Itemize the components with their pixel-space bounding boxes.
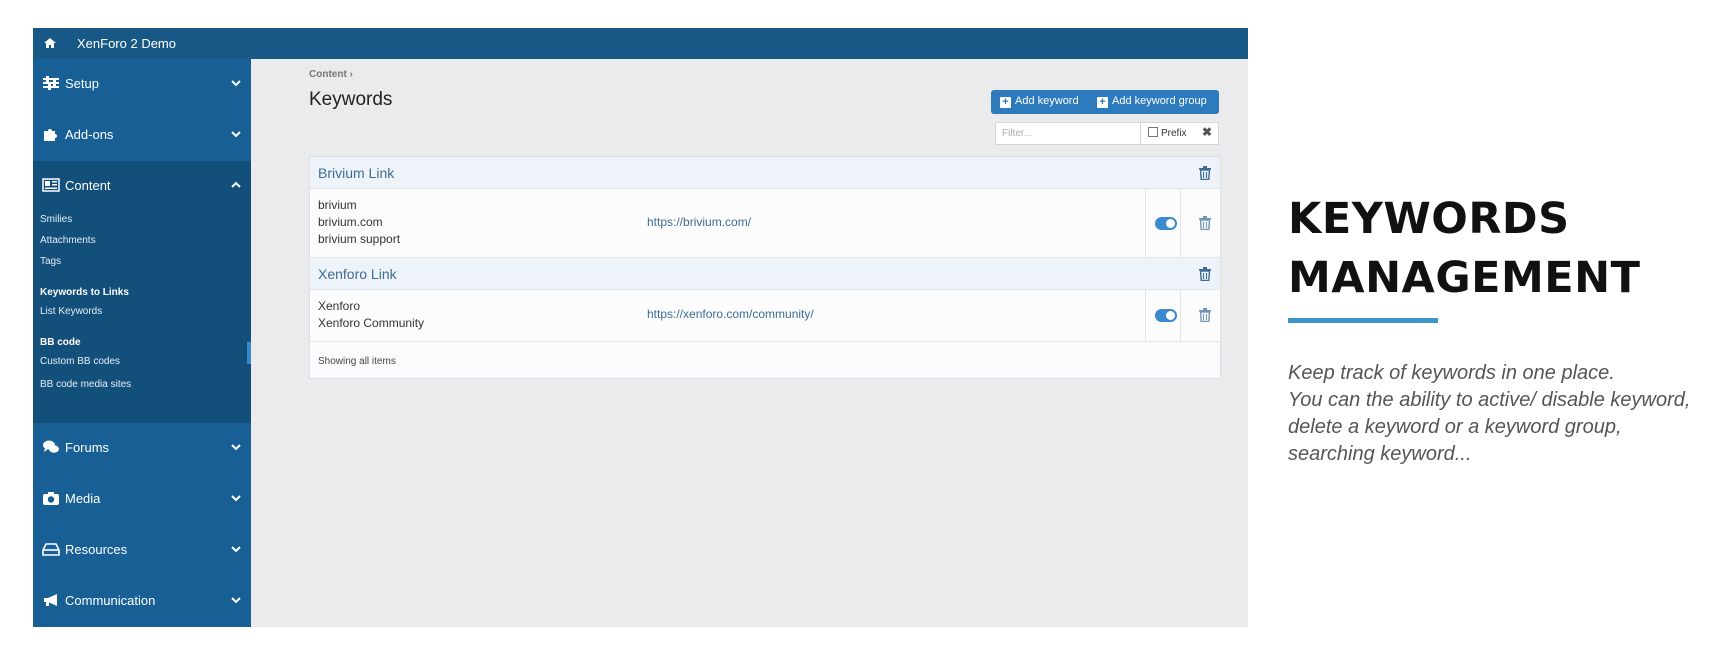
divider bbox=[1180, 189, 1181, 257]
main-content: Content › Keywords + Add keyword + Add key… bbox=[251, 59, 1248, 627]
checkbox-icon[interactable] bbox=[1148, 127, 1158, 137]
prefix-checkbox[interactable]: Prefix bbox=[1148, 127, 1187, 139]
group-name[interactable]: Brivium Link bbox=[318, 165, 394, 181]
accent-underline bbox=[1288, 318, 1438, 323]
promo-description: Keep track of keywords in one place. You… bbox=[1288, 360, 1733, 468]
promo-title-line2: MANAGEMENT bbox=[1288, 253, 1641, 303]
promo-desc-line: Keep track of keywords in one place. bbox=[1288, 362, 1615, 384]
toggle-knob bbox=[1166, 311, 1175, 320]
keyword: brivium.com bbox=[318, 215, 383, 229]
sidebar-item-tags[interactable]: Tags bbox=[40, 256, 61, 267]
plus-icon: + bbox=[1097, 97, 1108, 108]
nav-setup[interactable]: Setup bbox=[33, 59, 251, 109]
nav-communication[interactable]: Communication bbox=[33, 576, 251, 626]
delete-group-icon[interactable] bbox=[1199, 267, 1211, 281]
promo-desc-line: searching keyword... bbox=[1288, 443, 1472, 465]
nav-media[interactable]: Media bbox=[33, 474, 251, 524]
breadcrumb[interactable]: Content › bbox=[309, 69, 353, 80]
nav-label: Communication bbox=[65, 593, 156, 608]
action-buttons: + Add keyword + Add keyword group bbox=[991, 90, 1219, 114]
keyword-row[interactable]: brivium brivium.com brivium support http… bbox=[310, 189, 1220, 258]
keyword: brivium support bbox=[318, 232, 401, 246]
delete-keyword-icon[interactable] bbox=[1199, 216, 1211, 230]
prefix-label: Prefix bbox=[1161, 128, 1187, 139]
chevron-up-icon bbox=[231, 181, 241, 188]
sidebar-item-list-keywords[interactable]: List Keywords bbox=[40, 306, 102, 317]
promo-desc-line: delete a keyword or a keyword group, bbox=[1288, 416, 1622, 438]
promo-title-line1: KEYWORDS bbox=[1288, 194, 1570, 244]
sliders-icon bbox=[43, 76, 59, 90]
group-header: Xenforo Link bbox=[310, 258, 1220, 290]
add-keyword-group-label: Add keyword group bbox=[1112, 95, 1207, 107]
chevron-down-icon bbox=[231, 80, 241, 87]
sidebar-item-attachments[interactable]: Attachments bbox=[40, 235, 96, 246]
group-name[interactable]: Xenforo Link bbox=[318, 266, 397, 282]
delete-group-icon[interactable] bbox=[1199, 166, 1211, 180]
sidebar-group-bb-code: BB code bbox=[40, 337, 81, 348]
enable-toggle[interactable] bbox=[1155, 309, 1177, 322]
chevron-down-icon bbox=[231, 444, 241, 451]
nav-addons[interactable]: Add-ons bbox=[33, 110, 251, 160]
delete-keyword-icon[interactable] bbox=[1199, 308, 1211, 322]
promo-panel: KEYWORDS MANAGEMENT Keep track of keywor… bbox=[1288, 0, 1735, 670]
content-section: Content Smilies Attachments Tags Keyword… bbox=[33, 161, 251, 423]
nav-label: Content bbox=[65, 178, 111, 193]
keyword: brivium bbox=[318, 198, 357, 212]
app-title[interactable]: XenForo 2 Demo bbox=[77, 36, 176, 51]
chevron-down-icon bbox=[231, 495, 241, 502]
nav-content[interactable]: Content bbox=[33, 161, 251, 211]
sidebar-item-bb-code-media-sites[interactable]: BB code media sites bbox=[40, 379, 131, 390]
filter-input[interactable] bbox=[996, 123, 1141, 144]
sidebar: Setup Add-ons Content Smilies Attachment… bbox=[33, 59, 251, 627]
top-bar: XenForo 2 Demo bbox=[33, 28, 1248, 59]
page-title: Keywords bbox=[309, 89, 393, 110]
nav-label: Media bbox=[65, 491, 101, 506]
sidebar-group-keywords-to-links: Keywords to Links bbox=[40, 287, 129, 298]
keyword-url[interactable]: https://xenforo.com/community/ bbox=[647, 307, 814, 321]
keyword-row[interactable]: Xenforo Xenforo Community https://xenfor… bbox=[310, 290, 1220, 342]
filter-bar: Prefix ✖ bbox=[995, 122, 1219, 145]
keyword-list: Brivium Link brivium brivium.com brivium… bbox=[309, 156, 1221, 379]
divider bbox=[1145, 290, 1146, 341]
newspaper-icon bbox=[42, 178, 60, 192]
clear-filter-icon[interactable]: ✖ bbox=[1202, 125, 1212, 139]
camera-icon bbox=[43, 492, 59, 505]
nav-label: Setup bbox=[65, 76, 99, 91]
add-keyword-label: Add keyword bbox=[1015, 95, 1079, 107]
add-keyword-button[interactable]: + Add keyword bbox=[1000, 95, 1079, 108]
sidebar-item-custom-bb-codes[interactable]: Custom BB codes bbox=[40, 356, 120, 367]
chevron-down-icon bbox=[231, 546, 241, 553]
nav-label: Forums bbox=[65, 440, 110, 455]
keyword-url[interactable]: https://brivium.com/ bbox=[647, 215, 751, 229]
puzzle-icon bbox=[44, 129, 57, 141]
promo-title: KEYWORDS MANAGEMENT bbox=[1288, 190, 1641, 308]
plus-icon: + bbox=[1000, 97, 1011, 108]
nav-label: Add-ons bbox=[65, 127, 114, 142]
nav-forums[interactable]: Forums bbox=[33, 423, 251, 473]
group-header: Brivium Link bbox=[310, 157, 1220, 189]
chevron-down-icon bbox=[231, 131, 241, 138]
enable-toggle[interactable] bbox=[1155, 217, 1177, 230]
add-keyword-group-button[interactable]: + Add keyword group bbox=[1097, 95, 1207, 108]
hdd-icon bbox=[42, 543, 60, 556]
comments-icon bbox=[43, 440, 59, 453]
promo-desc-line: You can the ability to active/ disable k… bbox=[1288, 389, 1691, 411]
keyword: Xenforo bbox=[318, 299, 361, 313]
admin-screenshot: XenForo 2 Demo Setup Add-ons Content Smi… bbox=[33, 28, 1248, 627]
bullhorn-icon bbox=[44, 594, 57, 606]
breadcrumb-content[interactable]: Content bbox=[309, 69, 347, 80]
nav-label: Resources bbox=[65, 542, 128, 557]
keyword: Xenforo Community bbox=[318, 316, 425, 330]
nav-resources[interactable]: Resources bbox=[33, 525, 251, 575]
toggle-knob bbox=[1166, 219, 1175, 228]
chevron-down-icon bbox=[231, 597, 241, 604]
sidebar-item-smilies[interactable]: Smilies bbox=[40, 214, 72, 225]
divider bbox=[1180, 290, 1181, 341]
home-icon[interactable] bbox=[43, 36, 57, 50]
list-status: Showing all items bbox=[318, 356, 396, 367]
divider bbox=[1145, 189, 1146, 257]
